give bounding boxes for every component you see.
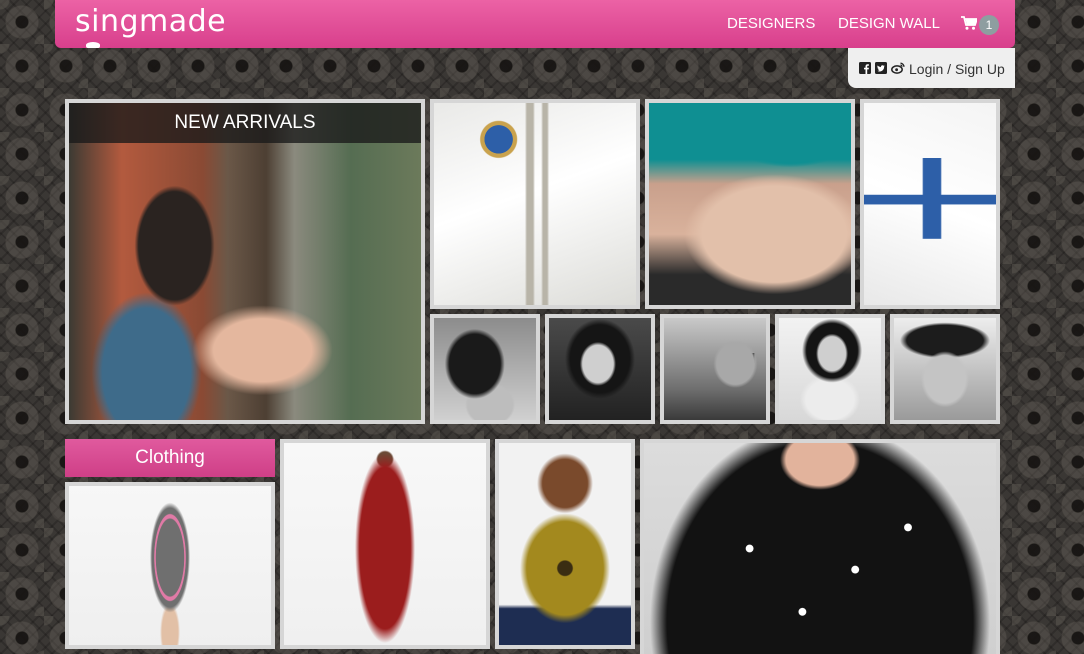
auth-links: Login / Sign Up (909, 60, 1005, 78)
designer-photo-1 (434, 318, 536, 420)
designer-tile-4[interactable] (775, 314, 885, 424)
cart-count-badge[interactable]: 1 (979, 15, 999, 35)
nav-designers[interactable]: DESIGNERS (727, 15, 815, 33)
shopping-cart-icon[interactable] (961, 16, 977, 30)
print-shirt-photo (644, 443, 996, 654)
nav-design-wall[interactable]: DESIGN WALL (838, 15, 940, 33)
new-arrivals-photo: NEW ARRIVALS (69, 103, 421, 420)
designer-photo-3 (664, 318, 766, 420)
designer-tile-1[interactable] (430, 314, 540, 424)
designer-tile-2[interactable] (545, 314, 655, 424)
designer-photo-2 (549, 318, 651, 420)
product-tile-ring[interactable] (645, 99, 855, 309)
site-logo[interactable]: singmade (75, 2, 227, 48)
designer-tile-3[interactable] (660, 314, 770, 424)
auth-separator: / (947, 61, 952, 77)
designer-photo-4 (779, 318, 881, 420)
cross-pendant-photo (864, 103, 996, 305)
earring-photo (434, 103, 636, 305)
login-link[interactable]: Login (909, 61, 943, 77)
ring-photo (649, 103, 851, 305)
designer-tile-5[interactable] (890, 314, 1000, 424)
clothing-category-banner[interactable]: Clothing (65, 439, 275, 477)
logo-text: singmade (75, 4, 227, 39)
product-tile-red-dress[interactable] (280, 439, 490, 649)
product-tile-earring[interactable] (430, 99, 640, 309)
twitter-icon[interactable] (875, 62, 887, 74)
skull-tee-photo (499, 443, 631, 645)
new-arrivals-title: NEW ARRIVALS (69, 103, 421, 143)
signup-link[interactable]: Sign Up (955, 61, 1005, 77)
product-tile-print-shirt[interactable] (640, 439, 1000, 654)
printed-dress-photo (69, 486, 271, 645)
weibo-icon[interactable] (891, 62, 905, 74)
designer-photo-5 (894, 318, 996, 420)
product-tile-printed-dress[interactable] (65, 482, 275, 649)
product-tile-cross-pendant[interactable] (860, 99, 1000, 309)
new-arrivals-feature-tile[interactable]: NEW ARRIVALS (65, 99, 425, 424)
facebook-icon[interactable] (859, 62, 871, 74)
logo-figure-icon (86, 42, 100, 48)
red-dress-photo (284, 443, 486, 645)
product-tile-skull-tee[interactable] (495, 439, 635, 649)
